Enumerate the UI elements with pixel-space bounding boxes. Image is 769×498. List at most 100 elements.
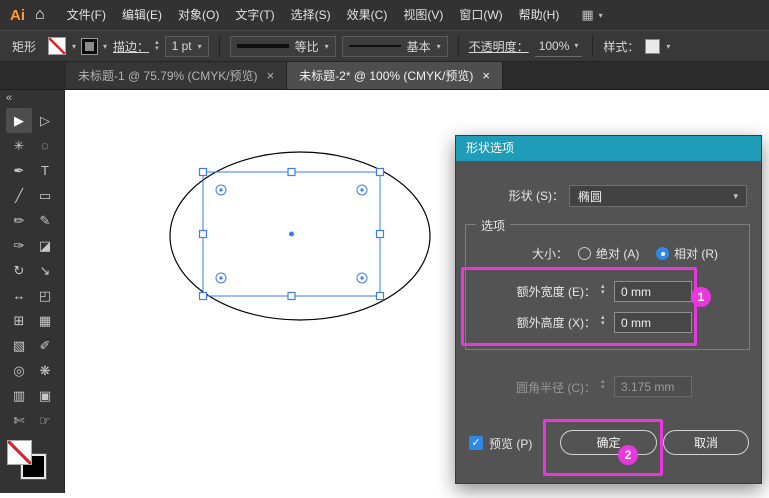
options-group-label: 选项 [476,217,511,234]
opacity-label[interactable]: 不透明度： [469,38,529,55]
handle-bottom-center[interactable] [287,291,296,301]
line-segment-tool[interactable]: ╱ [6,183,32,208]
handle-top-center[interactable] [287,167,296,177]
stroke-weight-value: 1 pt [171,39,192,53]
handle-bottom-left[interactable] [198,291,208,301]
close-icon[interactable]: × [267,68,275,83]
handle-top-right[interactable] [375,167,385,177]
stroke-weight-select[interactable]: 1 pt ▾ [164,35,209,57]
menu-object[interactable]: 对象(O) [170,0,227,30]
chevron-down-icon[interactable]: ▾ [666,42,670,51]
rectangle-tool[interactable]: ▭ [32,183,58,208]
collapse-panel-icon[interactable]: « [6,92,12,104]
radio-absolute-label[interactable]: 绝对 (A) [596,246,639,262]
hand-tool[interactable]: ☞ [32,408,58,433]
extra-width-stepper[interactable]: ▴ ▾ [601,283,605,296]
tools-grid: ▶ ▷ ✳ ◌ ✒ T ╱ ▭ ✏ ✎ ✑ ◪ ↻ ↘ ↔ ◰ ⊞ ▦ ▧ ✐ … [6,108,58,433]
dialog-titlebar[interactable]: 形状选项 [456,136,761,161]
free-transform-tool[interactable]: ◰ [32,283,58,308]
radio-absolute[interactable] [578,247,591,260]
home-icon[interactable]: ⌂ [35,6,45,24]
shape-center-point[interactable] [289,231,294,237]
menu-type[interactable]: 文字(T) [227,0,282,30]
style-swatch[interactable] [645,38,661,54]
shaper-tool[interactable]: ✑ [6,233,32,258]
menu-file[interactable]: 文件(F) [59,0,114,30]
menu-window[interactable]: 窗口(W) [451,0,510,30]
blend-tool[interactable]: ◎ [6,358,32,383]
artboard-tool[interactable]: ▣ [32,383,58,408]
corner-radius-input [614,376,692,397]
radio-relative-label[interactable]: 相对 (R) [674,246,718,262]
opacity-select[interactable]: 100% ▾ [534,36,583,57]
type-tool[interactable]: T [32,158,58,183]
menu-effect[interactable]: 效果(C) [339,0,396,30]
chevron-down-icon[interactable]: ▾ [72,42,76,51]
mesh-tool[interactable]: ▦ [32,308,58,333]
ellipse-shape[interactable] [169,151,431,321]
stroke-color-swatch[interactable] [81,37,99,55]
extra-height-stepper[interactable]: ▴ ▾ [601,314,605,327]
tab-untitled-1[interactable]: 未标题-1 @ 75.79% (CMYK/预览) × [66,62,288,89]
ok-button[interactable]: 确定 [560,430,657,455]
close-icon[interactable]: × [482,68,490,83]
corner-widget-dot [360,188,364,192]
eyedropper-tool[interactable]: ✐ [32,333,58,358]
brush-select[interactable]: 基本 ▾ [341,35,448,57]
shape-select[interactable]: 椭圆 ▾ [569,185,747,207]
workspace-switcher[interactable]: ▦ ▾ [581,7,602,23]
workspace-grid-icon: ▦ [581,7,594,22]
menu-view[interactable]: 视图(V) [395,0,451,30]
menu-select[interactable]: 选择(S) [283,0,339,30]
stroke-label[interactable]: 描边： [113,38,149,55]
paintbrush-tool[interactable]: ✏ [6,208,32,233]
lasso-tool[interactable]: ◌ [32,133,58,158]
corner-widget-dot [219,188,223,192]
handle-top-left[interactable] [198,167,208,177]
gradient-tool[interactable]: ▧ [6,333,32,358]
width-profile-select[interactable]: 等比 ▾ [229,35,336,57]
direct-selection-tool[interactable]: ▷ [32,108,58,133]
menu-help[interactable]: 帮助(H) [511,0,568,30]
column-graph-tool[interactable]: ▥ [6,383,32,408]
slice-tool[interactable]: ✄ [6,408,32,433]
separator [218,35,220,57]
stepper-down-icon: ▾ [601,289,605,296]
preview-label[interactable]: 预览 (P) [489,436,532,452]
extra-height-input[interactable] [614,312,692,333]
scale-tool[interactable]: ↘ [32,258,58,283]
preview-checkbox[interactable]: ✓ [469,436,483,450]
symbol-sprayer-tool[interactable]: ❋ [32,358,58,383]
rotate-tool[interactable]: ↻ [6,258,32,283]
chevron-down-icon[interactable]: ▾ [103,42,107,51]
pencil-tool[interactable]: ✎ [32,208,58,233]
selection-tool[interactable]: ▶ [6,108,32,133]
pen-tool[interactable]: ✒ [6,158,32,183]
chevron-down-icon: ▾ [733,190,738,201]
handle-middle-right[interactable] [375,229,385,239]
separator [457,35,459,57]
width-tool[interactable]: ↔ [6,283,32,308]
shape-label: 形状 (S)： [508,189,564,203]
stepper-down-icon: ▾ [601,320,605,327]
tab-title: 未标题-1 @ 75.79% (CMYK/预览) [78,69,258,83]
cancel-button[interactable]: 取消 [663,430,749,455]
corner-widget-dot [360,276,364,280]
magic-wand-tool[interactable]: ✳ [6,133,32,158]
eraser-tool[interactable]: ◪ [32,233,58,258]
shape-select-value: 椭圆 [578,189,603,204]
corner-radius-stepper: ▴ ▾ [601,378,605,391]
stroke-weight-stepper[interactable]: ▴ ▾ [155,39,159,52]
menu-edit[interactable]: 编辑(E) [114,0,170,30]
perspective-grid-tool[interactable]: ⊞ [6,308,32,333]
size-label: 大小： [531,247,568,261]
handle-middle-left[interactable] [198,229,208,239]
handle-bottom-right[interactable] [375,291,385,301]
fill-indicator-none[interactable] [7,440,32,465]
fill-color-swatch[interactable] [48,37,67,55]
corner-radius-label: 圆角半径 (C)： [516,381,596,395]
radio-relative[interactable] [656,247,669,260]
tab-title: 未标题-2* @ 100% (CMYK/预览) [299,69,474,83]
tab-untitled-2[interactable]: 未标题-2* @ 100% (CMYK/预览) × [287,62,503,89]
extra-width-input[interactable] [614,281,692,302]
